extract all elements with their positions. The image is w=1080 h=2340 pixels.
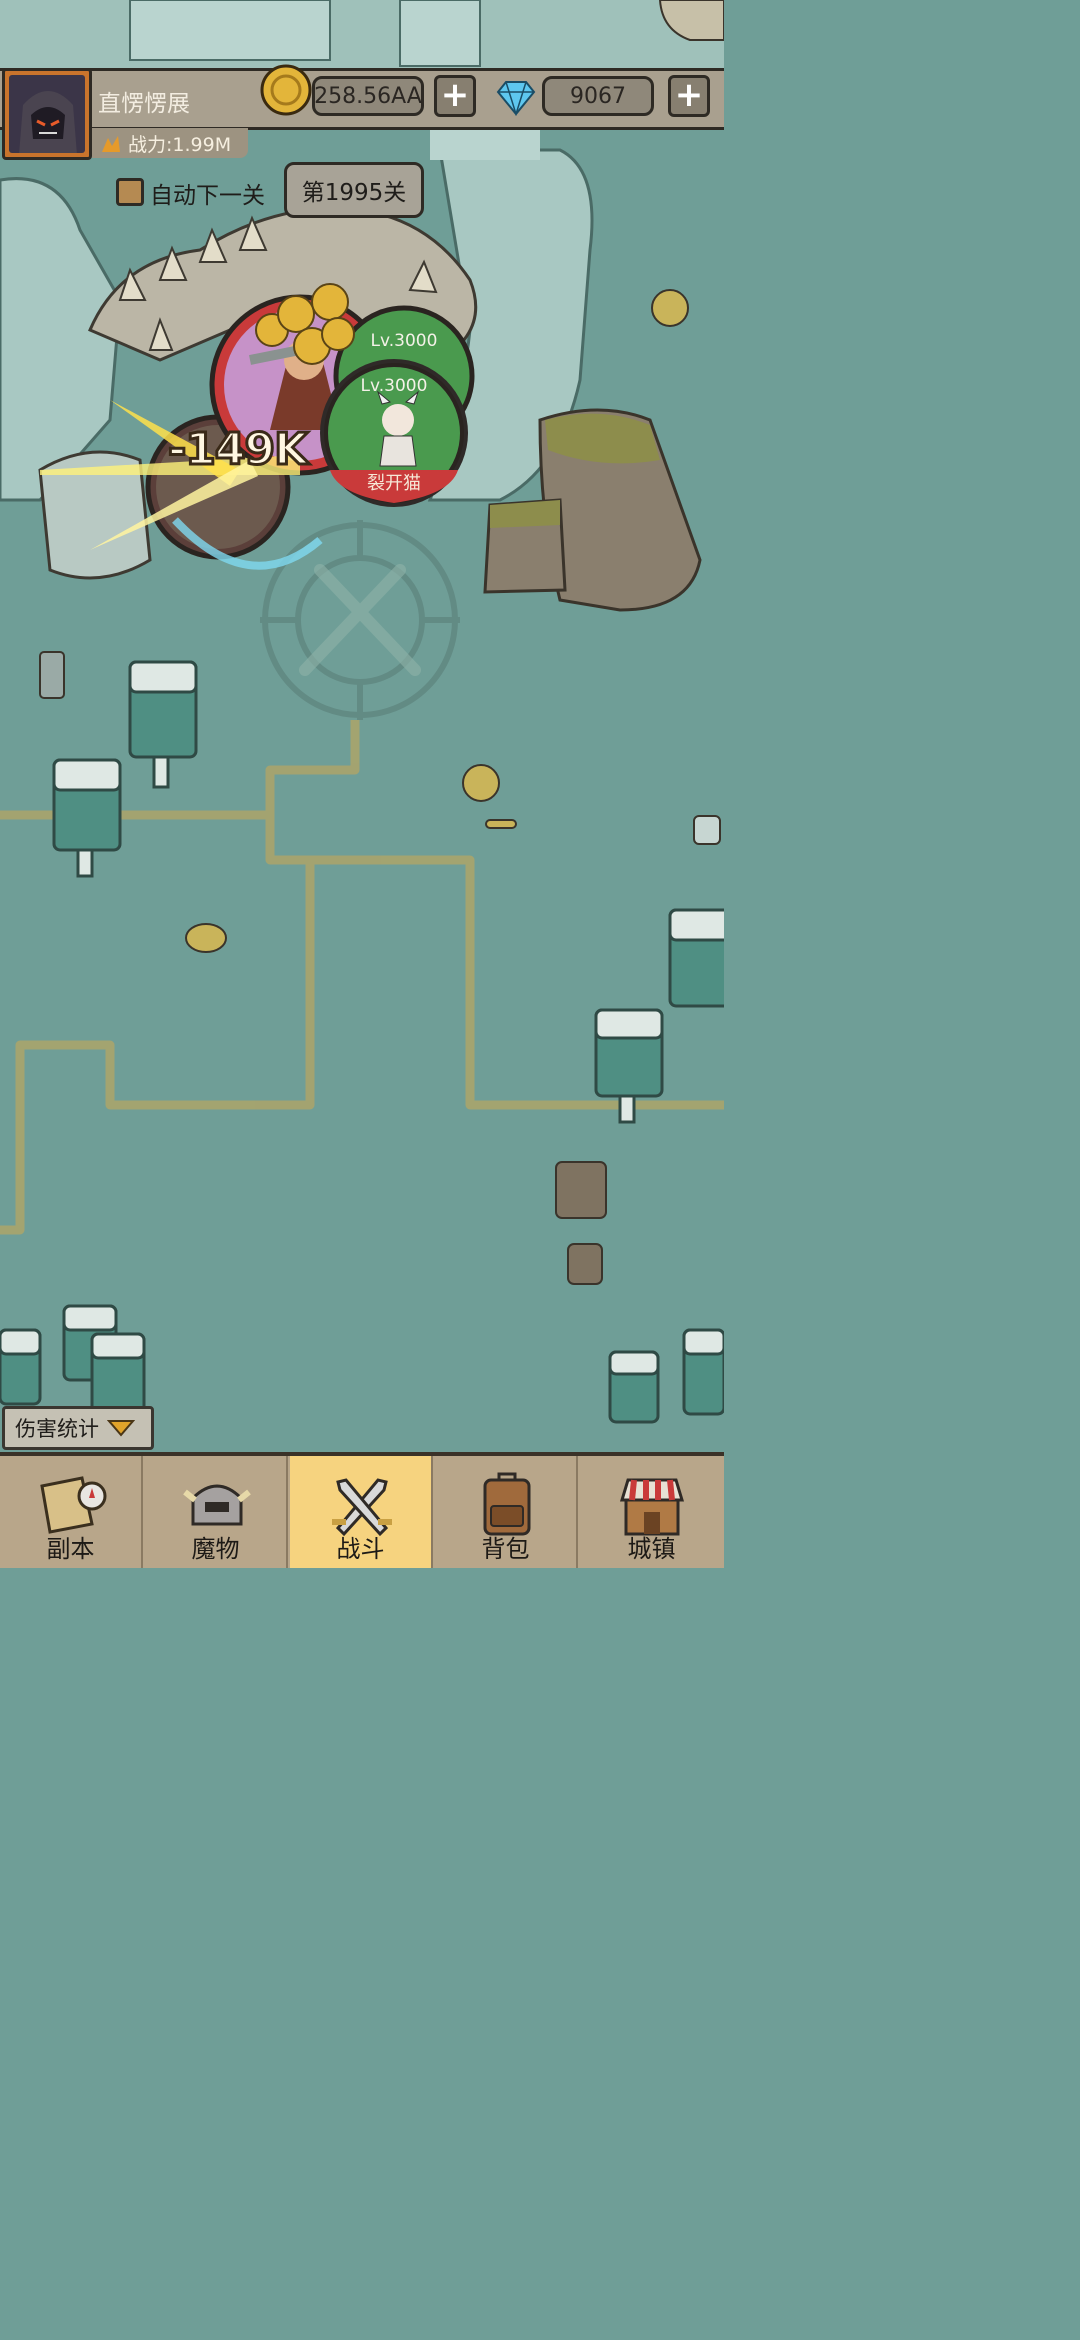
gold-amount: 258.56AA: [312, 76, 424, 116]
nav-item-monsters[interactable]: 魔物: [145, 1456, 288, 1568]
diamond-icon: [496, 81, 536, 116]
damage-popup: -149K: [166, 423, 309, 477]
nav-item-dungeon[interactable]: 副本: [0, 1456, 143, 1568]
nav-label-battle: 战斗: [336, 1535, 385, 1563]
nav-label-monsters: 魔物: [191, 1535, 240, 1563]
nav-item-battle[interactable]: 战斗: [290, 1456, 433, 1568]
diamond-amount: 9067: [542, 76, 654, 116]
nav-label-dungeon: 副本: [46, 1535, 95, 1563]
ally-front-name: 裂开猫: [367, 473, 421, 494]
nav-item-backpack[interactable]: 背包: [435, 1456, 578, 1568]
damage-stats-label: 伤害统计: [15, 1417, 99, 1441]
nav-item-town[interactable]: 城镇: [580, 1456, 723, 1568]
player-avatar[interactable]: [2, 68, 92, 160]
chevron-down-icon: [107, 1420, 135, 1437]
damage-stats-button[interactable]: 伤害统计: [2, 1406, 154, 1450]
player-name: 直愣愣展: [98, 91, 190, 117]
nav-label-backpack: 背包: [481, 1535, 530, 1563]
add-diamond-button[interactable]: +: [668, 75, 710, 117]
stage-select-button[interactable]: 第1995关: [284, 162, 424, 218]
add-gold-button[interactable]: +: [434, 75, 476, 117]
auto-next-label: 自动下一关: [150, 183, 265, 209]
combat-power: 战力:1.99M: [128, 134, 232, 156]
ally-front-level: Lv.3000: [361, 376, 428, 396]
bottom-nav: 副本 魔物 战斗 背包 城镇: [0, 1452, 724, 1568]
power-icon: [102, 136, 120, 152]
ally-back-level: Lv.3000: [371, 331, 438, 351]
hooded-avatar-icon: [19, 91, 77, 153]
auto-next-checkbox[interactable]: [116, 178, 144, 206]
nav-label-town: 城镇: [627, 1535, 676, 1563]
ally-unit-front[interactable]: Lv.3000 裂开猫: [320, 359, 468, 507]
gold-coin-icon: [260, 64, 312, 116]
